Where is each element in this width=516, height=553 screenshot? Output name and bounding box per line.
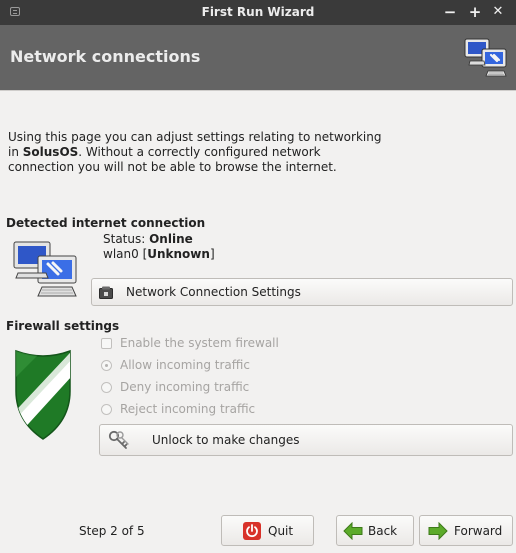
network-computers-icon — [13, 241, 77, 297]
enable-firewall-label: Enable the system firewall — [120, 336, 279, 350]
deny-incoming-label: Deny incoming traffic — [120, 380, 250, 394]
unlock-button-label: Unlock to make changes — [152, 433, 300, 447]
back-button[interactable]: Back — [336, 515, 414, 546]
status-value: Online — [149, 232, 193, 246]
quit-button[interactable]: Quit — [221, 515, 314, 546]
radio-button[interactable] — [101, 404, 112, 415]
window-title: First Run Wizard — [201, 5, 315, 19]
detected-connection-heading: Detected internet connection — [6, 216, 206, 230]
page-title: Network connections — [10, 47, 201, 66]
window-titlebar[interactable]: First Run Wizard − + ✕ — [0, 0, 516, 25]
keys-icon — [108, 430, 129, 449]
forward-label: Forward — [454, 524, 503, 538]
radio-button[interactable] — [101, 360, 112, 371]
header-divider — [0, 90, 516, 91]
unlock-button[interactable]: Unlock to make changes — [99, 424, 513, 456]
minimize-button[interactable]: − — [441, 3, 459, 21]
network-connection-settings-button[interactable]: Network Connection Settings — [91, 278, 513, 306]
connection-status: Status: Online wlan0 [Unknown] — [103, 232, 215, 261]
page-header: Network connections — [0, 25, 516, 90]
network-settings-icon — [99, 286, 113, 299]
network-connection-settings-label: Network Connection Settings — [126, 285, 301, 299]
reject-incoming-label: Reject incoming traffic — [120, 402, 256, 416]
close-button[interactable]: ✕ — [489, 3, 507, 21]
checkbox[interactable] — [101, 338, 112, 349]
quit-label: Quit — [268, 524, 294, 538]
arrow-left-icon — [343, 522, 363, 540]
interface-name: wlan0 — [103, 247, 139, 261]
firewall-heading: Firewall settings — [6, 319, 120, 333]
interface-state: Unknown — [147, 247, 210, 261]
forward-button[interactable]: Forward — [419, 515, 513, 546]
network-computers-icon — [464, 38, 507, 77]
allow-incoming-label: Allow incoming traffic — [120, 358, 250, 372]
intro-text: Using this page you can adjust settings … — [8, 130, 382, 174]
step-indicator: Step 2 of 5 — [79, 524, 145, 538]
power-icon — [243, 522, 261, 540]
radio-button[interactable] — [101, 382, 112, 393]
arrow-right-icon — [428, 522, 448, 540]
firewall-shield-icon — [15, 349, 71, 440]
maximize-button[interactable]: + — [466, 3, 484, 21]
back-label: Back — [368, 524, 398, 538]
